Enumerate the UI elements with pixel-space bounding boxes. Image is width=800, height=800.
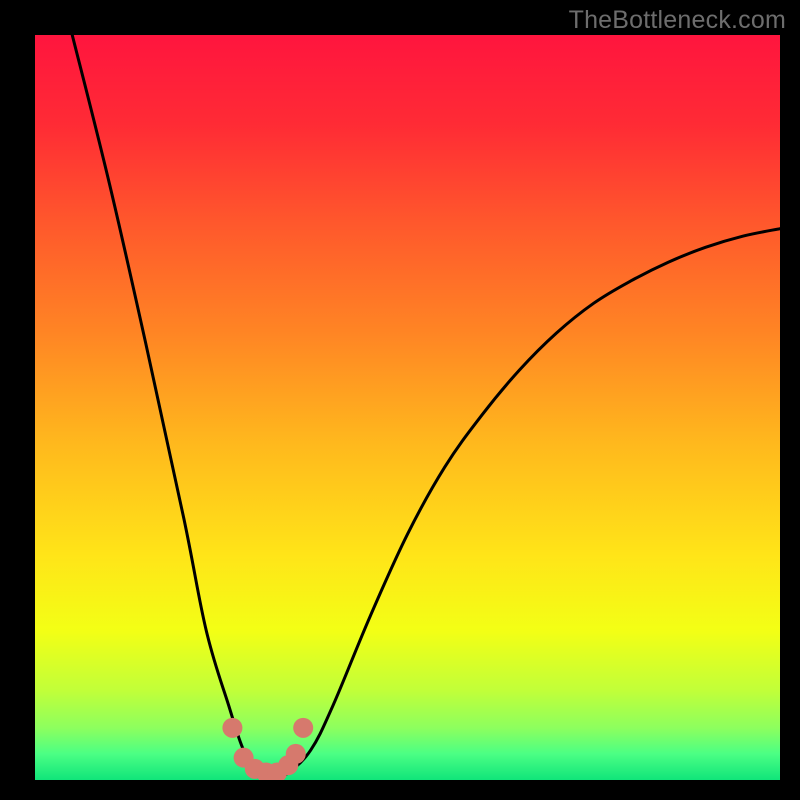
curve-layer (35, 35, 780, 780)
marker-dot (286, 744, 306, 764)
marker-dot (293, 718, 313, 738)
bottleneck-curve (72, 35, 780, 780)
marker-dot (222, 718, 242, 738)
plot-area (35, 35, 780, 780)
watermark-label: TheBottleneck.com (569, 6, 786, 35)
curve-trough-markers (222, 718, 313, 780)
chart-frame: TheBottleneck.com (0, 0, 800, 800)
